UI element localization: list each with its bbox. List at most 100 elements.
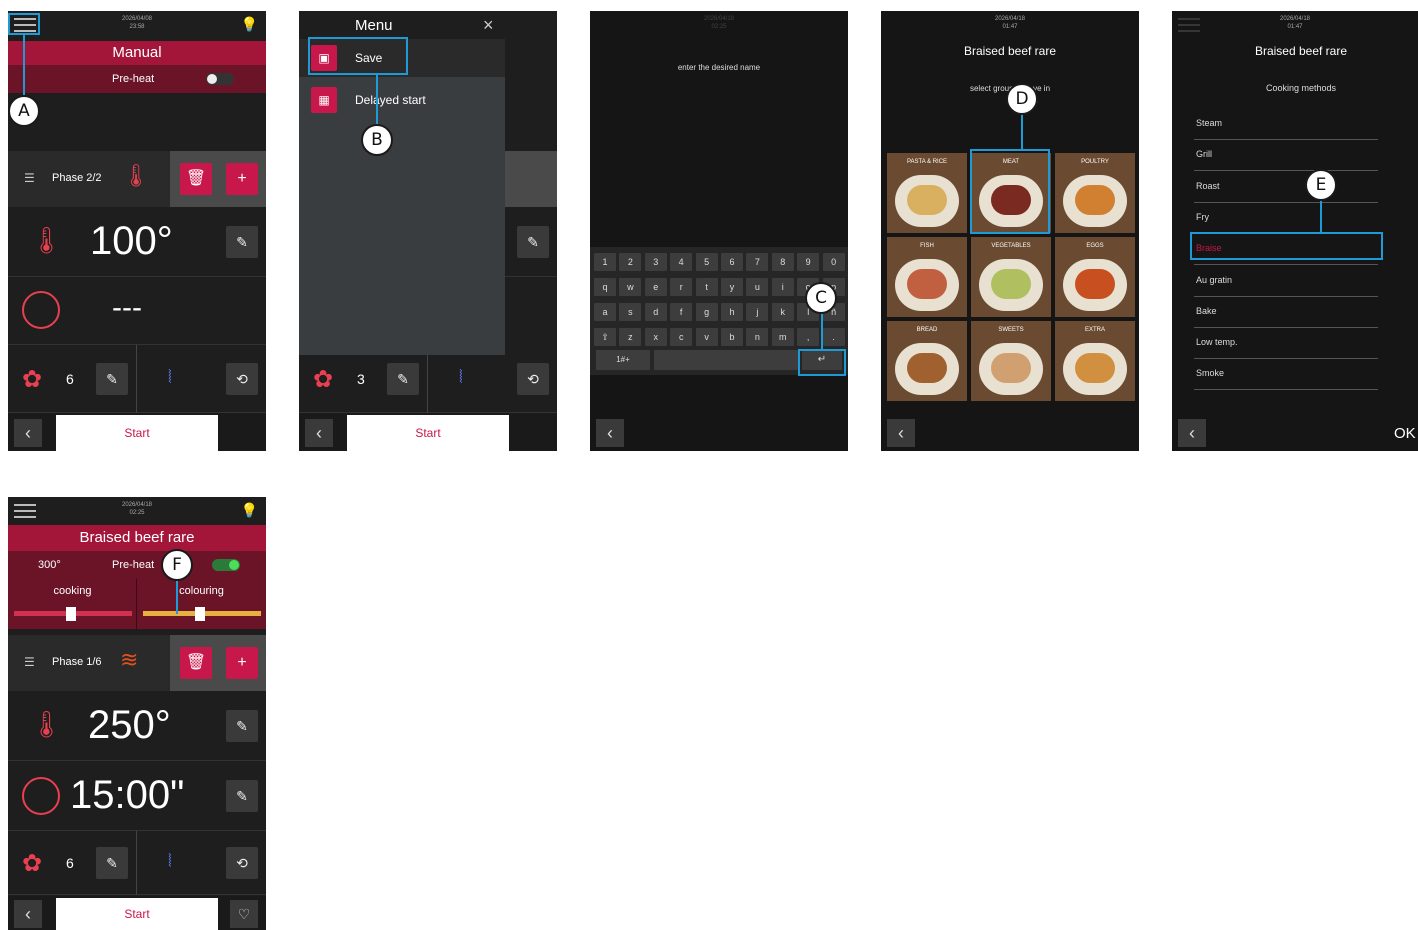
group-tile[interactable]: PASTA & RICE (887, 153, 967, 233)
symbols-key[interactable]: 1#+ (596, 350, 650, 370)
light-bulb-icon[interactable]: 💡 (241, 502, 258, 519)
keyboard-key[interactable]: 1 (594, 253, 616, 271)
time-value[interactable]: --- (112, 291, 142, 325)
edit-temperature-button[interactable]: ✎ (226, 226, 258, 258)
keyboard-key[interactable]: x (644, 328, 667, 346)
keyboard-key[interactable]: 2 (619, 253, 642, 271)
keyboard-key[interactable]: h (721, 303, 743, 321)
start-button[interactable]: Start (56, 415, 218, 451)
back-button[interactable]: ‹ (596, 419, 624, 447)
keyboard-key[interactable]: s (619, 303, 642, 321)
fan-speed-value[interactable]: 3 (357, 371, 365, 387)
cooking-method-item[interactable]: Bake (1194, 297, 1378, 328)
group-tile[interactable]: BREAD (887, 321, 967, 401)
keyboard-key[interactable]: d (644, 303, 667, 321)
keyboard-key[interactable]: w (619, 278, 642, 296)
cooking-method-item[interactable]: Roast (1194, 172, 1378, 203)
keyboard-key[interactable]: e (644, 278, 667, 296)
keyboard-key[interactable]: v (695, 328, 718, 346)
edit-fan-button[interactable]: ✎ (387, 363, 419, 395)
start-button[interactable]: Start (347, 415, 509, 451)
phase-list-icon[interactable]: ☰ (24, 655, 35, 669)
back-button[interactable]: ‹ (1178, 419, 1206, 447)
keyboard-key[interactable]: 4 (670, 253, 693, 271)
edit-fan-button[interactable]: ✎ (96, 363, 128, 395)
colouring-slider-thumb[interactable] (195, 607, 205, 621)
fan-speed-value[interactable]: 6 (66, 855, 74, 871)
edit-time-button[interactable]: ✎ (226, 780, 258, 812)
fan-speed-value[interactable]: 6 (66, 371, 74, 387)
keyboard-key[interactable]: k (771, 303, 794, 321)
favorite-heart-icon[interactable]: ♡ (230, 900, 258, 928)
keyboard-key[interactable]: y (721, 278, 743, 296)
keyboard-key[interactable]: f (670, 303, 693, 321)
preheat-toggle[interactable] (206, 73, 234, 85)
keyboard-key[interactable]: i (771, 278, 794, 296)
group-tile[interactable]: SWEETS (971, 321, 1051, 401)
add-phase-button[interactable]: + (226, 647, 258, 679)
cycle-icon[interactable]: ⟲ (226, 847, 258, 879)
cooking-slider-thumb[interactable] (66, 607, 76, 621)
back-button[interactable]: ‹ (14, 419, 42, 447)
humidity-icon[interactable]: ⦚ (459, 367, 463, 388)
cooking-method-item[interactable]: Steam (1194, 109, 1378, 140)
keyboard-key[interactable]: 9 (797, 253, 820, 271)
cooking-method-item[interactable]: Fry (1194, 203, 1378, 234)
keyboard-key[interactable]: q (594, 278, 616, 296)
phase-list-icon[interactable]: ☰ (24, 171, 35, 185)
keyboard-key[interactable]: b (721, 328, 743, 346)
cycle-icon[interactable]: ⟲ (517, 363, 549, 395)
preheat-toggle[interactable] (212, 559, 240, 571)
start-button[interactable]: Start (56, 898, 218, 930)
time-value[interactable]: 15:00" (70, 773, 184, 818)
group-tile[interactable]: EGGS (1055, 237, 1135, 317)
keyboard-key[interactable]: . (822, 328, 845, 346)
keyboard-key[interactable]: z (619, 328, 642, 346)
keyboard-key[interactable]: c (670, 328, 693, 346)
keyboard-key[interactable]: j (746, 303, 769, 321)
cooking-method-item[interactable]: Au gratin (1194, 266, 1378, 297)
group-tile[interactable]: EXTRA (1055, 321, 1135, 401)
keyboard-key[interactable]: m (771, 328, 794, 346)
keyboard-key[interactable]: 3 (644, 253, 667, 271)
keyboard-key[interactable]: u (746, 278, 769, 296)
keyboard-key[interactable]: 6 (721, 253, 743, 271)
humidity-icon[interactable]: ⦚ (168, 851, 172, 872)
keyboard-key[interactable]: g (695, 303, 718, 321)
keyboard-key[interactable]: 0 (822, 253, 845, 271)
humidity-icon[interactable]: ⦚ (168, 367, 172, 388)
temperature-value[interactable]: 100° (90, 219, 173, 264)
keyboard-key[interactable]: 7 (746, 253, 769, 271)
delete-phase-button[interactable]: 🗑 (180, 647, 212, 679)
menu-item-label: Delayed start (355, 93, 426, 107)
keyboard-key[interactable]: a (594, 303, 616, 321)
group-tile[interactable]: POULTRY (1055, 153, 1135, 233)
cooking-method-item[interactable]: Low temp. (1194, 328, 1378, 360)
edit-fan-button[interactable]: ✎ (96, 847, 128, 879)
ok-button[interactable]: OK (1394, 425, 1416, 442)
edit-temperature-button[interactable]: ✎ (517, 226, 549, 258)
keyboard-key[interactable]: n (746, 328, 769, 346)
add-phase-button[interactable]: + (226, 163, 258, 195)
close-icon[interactable]: × (483, 15, 494, 36)
keyboard-key[interactable]: r (670, 278, 693, 296)
light-bulb-icon[interactable]: 💡 (241, 16, 258, 33)
keyboard-key[interactable]: , (797, 328, 820, 346)
delete-phase-button[interactable]: 🗑 (180, 163, 212, 195)
space-key[interactable] (654, 350, 800, 370)
keyboard-key[interactable]: 8 (771, 253, 794, 271)
cooking-method-item[interactable]: Grill (1194, 140, 1378, 172)
edit-temperature-button[interactable]: ✎ (226, 710, 258, 742)
cooking-method-item[interactable]: Smoke (1194, 359, 1378, 391)
keyboard-key[interactable]: ⇧ (594, 328, 616, 346)
group-tile[interactable]: VEGETABLES (971, 237, 1051, 317)
temperature-value[interactable]: 250° (88, 703, 171, 748)
cycle-icon[interactable]: ⟲ (226, 363, 258, 395)
keyboard-key[interactable]: t (695, 278, 718, 296)
back-button[interactable]: ‹ (305, 419, 333, 447)
back-button[interactable]: ‹ (14, 900, 42, 928)
menu-item-delayed-start[interactable]: ▦ Delayed start (299, 81, 505, 119)
keyboard-key[interactable]: 5 (695, 253, 718, 271)
back-button[interactable]: ‹ (887, 419, 915, 447)
group-tile[interactable]: FISH (887, 237, 967, 317)
